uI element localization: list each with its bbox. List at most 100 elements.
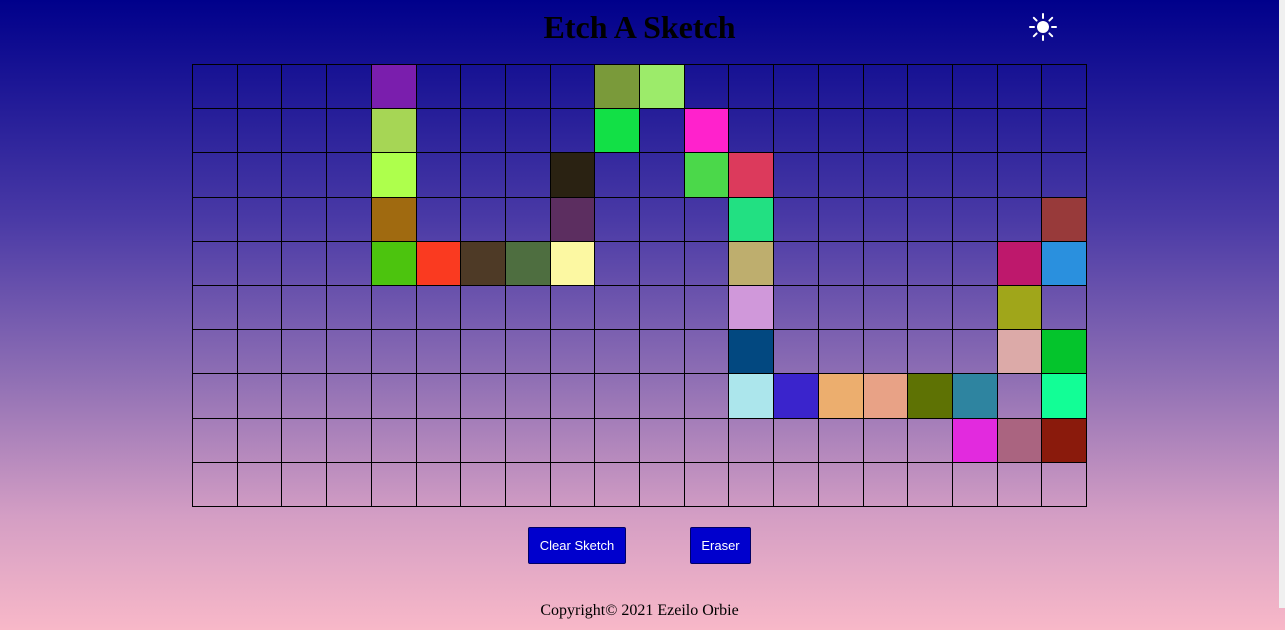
grid-cell[interactable] <box>595 286 640 331</box>
grid-cell[interactable] <box>908 418 953 463</box>
grid-cell[interactable] <box>1042 418 1087 463</box>
grid-cell[interactable] <box>908 462 953 507</box>
grid-cell[interactable] <box>327 418 372 463</box>
grid-cell[interactable] <box>550 153 596 198</box>
grid-cell[interactable] <box>595 109 640 154</box>
grid-cell[interactable] <box>863 241 909 286</box>
grid-cell[interactable] <box>416 65 462 110</box>
grid-cell[interactable] <box>1042 65 1087 110</box>
grid-cell[interactable] <box>863 418 909 463</box>
grid-cell[interactable] <box>640 241 685 286</box>
grid-cell[interactable] <box>729 241 775 286</box>
grid-cell[interactable] <box>505 241 551 286</box>
grid-cell[interactable] <box>729 418 775 463</box>
grid-cell[interactable] <box>327 153 372 198</box>
grid-cell[interactable] <box>282 153 328 198</box>
grid-cell[interactable] <box>818 241 864 286</box>
grid-cell[interactable] <box>505 330 551 375</box>
grid-cell[interactable] <box>371 418 417 463</box>
grid-cell[interactable] <box>282 374 328 419</box>
grid-cell[interactable] <box>774 418 819 463</box>
grid-cell[interactable] <box>818 374 864 419</box>
grid-cell[interactable] <box>505 374 551 419</box>
grid-cell[interactable] <box>640 153 685 198</box>
grid-cell[interactable] <box>684 241 730 286</box>
grid-cell[interactable] <box>505 109 551 154</box>
grid-cell[interactable] <box>818 418 864 463</box>
grid-cell[interactable] <box>282 197 328 242</box>
grid-cell[interactable] <box>282 241 328 286</box>
grid-cell[interactable] <box>997 418 1043 463</box>
grid-cell[interactable] <box>550 374 596 419</box>
grid-cell[interactable] <box>997 109 1043 154</box>
grid-cell[interactable] <box>684 286 730 331</box>
clear-sketch-button[interactable]: Clear Sketch <box>528 527 626 564</box>
grid-cell[interactable] <box>461 374 506 419</box>
grid-cell[interactable] <box>461 462 506 507</box>
grid-cell[interactable] <box>327 197 372 242</box>
grid-cell[interactable] <box>997 286 1043 331</box>
grid-cell[interactable] <box>952 330 998 375</box>
grid-cell[interactable] <box>282 418 328 463</box>
grid-cell[interactable] <box>729 197 775 242</box>
grid-cell[interactable] <box>952 418 998 463</box>
grid-cell[interactable] <box>237 197 283 242</box>
grid-cell[interactable] <box>282 65 328 110</box>
grid-cell[interactable] <box>237 418 283 463</box>
grid-cell[interactable] <box>729 109 775 154</box>
grid-cell[interactable] <box>684 109 730 154</box>
grid-cell[interactable] <box>952 153 998 198</box>
grid-cell[interactable] <box>595 153 640 198</box>
grid-cell[interactable] <box>684 197 730 242</box>
grid-cell[interactable] <box>595 462 640 507</box>
grid-cell[interactable] <box>774 197 819 242</box>
grid-cell[interactable] <box>550 462 596 507</box>
grid-cell[interactable] <box>640 109 685 154</box>
grid-cell[interactable] <box>416 374 462 419</box>
grid-cell[interactable] <box>997 330 1043 375</box>
grid-cell[interactable] <box>237 462 283 507</box>
grid-cell[interactable] <box>461 153 506 198</box>
grid-cell[interactable] <box>595 418 640 463</box>
grid-cell[interactable] <box>818 65 864 110</box>
grid-cell[interactable] <box>952 65 998 110</box>
grid-cell[interactable] <box>595 330 640 375</box>
grid-cell[interactable] <box>550 109 596 154</box>
grid-cell[interactable] <box>908 286 953 331</box>
grid-cell[interactable] <box>684 462 730 507</box>
grid-cell[interactable] <box>640 418 685 463</box>
grid-cell[interactable] <box>505 153 551 198</box>
grid-cell[interactable] <box>818 330 864 375</box>
grid-cell[interactable] <box>505 286 551 331</box>
grid-cell[interactable] <box>774 65 819 110</box>
grid-cell[interactable] <box>640 374 685 419</box>
grid-cell[interactable] <box>193 153 238 198</box>
grid-cell[interactable] <box>908 65 953 110</box>
grid-cell[interactable] <box>237 241 283 286</box>
grid-cell[interactable] <box>461 109 506 154</box>
grid-cell[interactable] <box>729 65 775 110</box>
grid-cell[interactable] <box>818 153 864 198</box>
grid-cell[interactable] <box>1042 197 1087 242</box>
grid-cell[interactable] <box>371 197 417 242</box>
grid-cell[interactable] <box>640 65 685 110</box>
grid-cell[interactable] <box>640 286 685 331</box>
grid-cell[interactable] <box>640 197 685 242</box>
grid-cell[interactable] <box>327 330 372 375</box>
grid-cell[interactable] <box>908 241 953 286</box>
grid-cell[interactable] <box>237 286 283 331</box>
grid-cell[interactable] <box>416 462 462 507</box>
grid-cell[interactable] <box>1042 109 1087 154</box>
grid-cell[interactable] <box>371 241 417 286</box>
grid-cell[interactable] <box>416 241 462 286</box>
grid-cell[interactable] <box>595 65 640 110</box>
grid-cell[interactable] <box>193 241 238 286</box>
grid-cell[interactable] <box>550 197 596 242</box>
grid-cell[interactable] <box>952 462 998 507</box>
grid-cell[interactable] <box>774 153 819 198</box>
grid-cell[interactable] <box>237 109 283 154</box>
grid-cell[interactable] <box>461 330 506 375</box>
grid-cell[interactable] <box>461 286 506 331</box>
grid-cell[interactable] <box>327 286 372 331</box>
grid-cell[interactable] <box>684 65 730 110</box>
